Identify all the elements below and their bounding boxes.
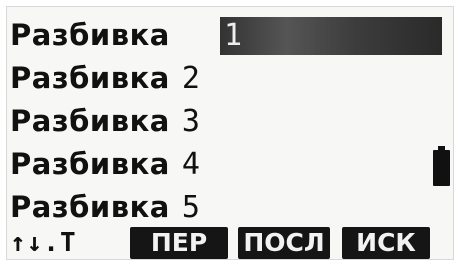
menu-item-5[interactable]: Разбивка 5 [10, 186, 430, 229]
menu-item-number: 4 [181, 146, 200, 182]
stakeout-menu-list: Разбивка 1 Разбивка 2 Разбивка 3 Разбивк… [10, 14, 442, 229]
menu-item-label: Разбивка [10, 18, 170, 52]
menu-item-label: Разбивка [10, 190, 170, 224]
menu-item-label: Разбивка [10, 104, 170, 138]
menu-item-number: 3 [181, 103, 200, 139]
menu-item-3[interactable]: Разбивка 3 [10, 100, 430, 143]
battery-icon [433, 146, 450, 186]
softkey-per[interactable]: ПЕР [130, 227, 228, 259]
menu-item-label: Разбивка [10, 61, 170, 95]
battery-body [433, 150, 450, 186]
menu-item-4[interactable]: Разбивка 4 [10, 143, 430, 186]
menu-item-label: Разбивка [10, 147, 170, 181]
softkey-posl[interactable]: ПОСЛ [238, 227, 330, 259]
instrument-screen: Разбивка 1 Разбивка 2 Разбивка 3 Разбивк… [0, 0, 460, 266]
menu-item-number: 5 [181, 189, 200, 225]
navigation-hint: ↑↓.T [10, 228, 77, 258]
selection-highlight: 1 [220, 17, 442, 55]
menu-item-2[interactable]: Разбивка 2 [10, 57, 430, 100]
menu-item-1[interactable]: Разбивка 1 [10, 14, 442, 57]
menu-item-number: 1 [224, 18, 243, 53]
softkey-bar: ↑↓.T ПЕР ПОСЛ ИСК [10, 226, 450, 260]
softkey-isk[interactable]: ИСК [342, 227, 430, 259]
menu-item-number: 2 [181, 60, 200, 96]
